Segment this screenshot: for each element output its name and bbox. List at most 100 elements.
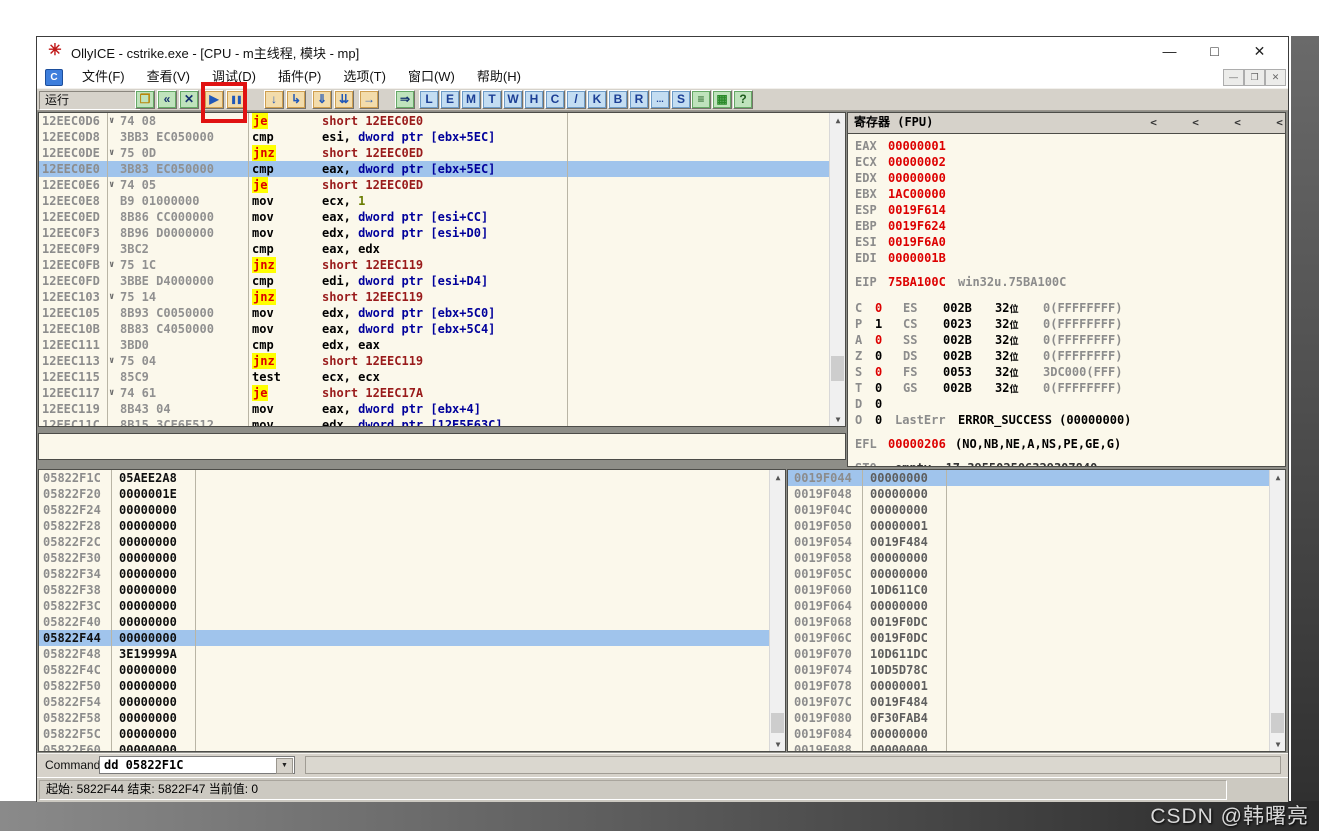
dump-row[interactable]: 05822F3800000000 (39, 582, 771, 598)
disasm-row[interactable]: 12EEC113∨75 04jnzshort 12EEC119 (39, 353, 829, 369)
dump-row[interactable]: 05822F5C00000000 (39, 726, 771, 742)
toolbar-letter-button-S[interactable]: S (671, 90, 691, 109)
flag-row[interactable]: T0GS002B32位0(FFFFFFFF) (848, 380, 1285, 396)
stack-row[interactable]: 0019F05800000000 (788, 550, 1270, 566)
stack-row[interactable]: 0019F06C0019F0DC (788, 630, 1270, 646)
scrollbar-thumb[interactable] (831, 356, 844, 381)
step-over-button[interactable]: ↳ (286, 90, 306, 109)
mdi-close-button[interactable]: ✕ (1265, 69, 1286, 86)
disasm-row[interactable]: 12EEC0DE∨75 0Djnzshort 12EEC0ED (39, 145, 829, 161)
stack-row[interactable]: 0019F0800F30FAB4 (788, 710, 1270, 726)
toolbar-letter-button-R[interactable]: R (629, 90, 649, 109)
scroll-up-icon[interactable]: ▲ (1270, 470, 1286, 486)
menu-item[interactable]: 选项(T) (332, 65, 397, 88)
menu-item[interactable]: 文件(F) (71, 65, 136, 88)
stack-row[interactable]: 0019F06400000000 (788, 598, 1270, 614)
toolbar-letter-button-W[interactable]: W (503, 90, 523, 109)
toolbar-letter-button-H[interactable]: H (524, 90, 544, 109)
minimize-button[interactable]: — (1147, 37, 1192, 65)
title-bar[interactable]: ✳ OllyICE - cstrike.exe - [CPU - m主线程, 模… (37, 37, 1288, 65)
info-pane[interactable] (38, 433, 846, 460)
stack-row[interactable]: 0019F05C00000000 (788, 566, 1270, 582)
eip-row[interactable]: EIP75BA100Cwin32u.75BA100C (848, 274, 1285, 290)
register-row[interactable]: EAX00000001 (848, 138, 1285, 154)
menu-item[interactable]: 帮助(H) (466, 65, 532, 88)
unfold-button[interactable]: < (1188, 115, 1203, 130)
mdi-minimize-button[interactable]: — (1223, 69, 1244, 86)
register-row[interactable]: ESI0019F6A0 (848, 234, 1285, 250)
dump-row[interactable]: 05822F2C00000000 (39, 534, 771, 550)
disasm-row[interactable]: 12EEC1198B43 04moveax, dword ptr [ebx+4] (39, 401, 829, 417)
column-divider[interactable] (567, 113, 568, 426)
restart-button[interactable]: « (157, 90, 177, 109)
disasm-row[interactable]: 12EEC0FB∨75 1Cjnzshort 12EEC119 (39, 257, 829, 273)
log-window-button[interactable]: ≡ (691, 90, 711, 109)
dump-row[interactable]: 05822F4000000000 (39, 614, 771, 630)
scroll-up-icon[interactable]: ▲ (770, 470, 786, 486)
toolbar-letter-button-T[interactable]: T (482, 90, 502, 109)
disasm-scrollbar[interactable]: ▲ ▼ (829, 113, 846, 427)
column-divider[interactable] (248, 113, 249, 426)
close-button[interactable]: ✕ (1237, 37, 1282, 65)
disasm-row[interactable]: 12EEC0FD3BBE D4000000cmpedi, dword ptr [… (39, 273, 829, 289)
stack-row[interactable]: 0019F04800000000 (788, 486, 1270, 502)
stack-row[interactable]: 0019F07800000001 (788, 678, 1270, 694)
dump-row[interactable]: 05822F2400000000 (39, 502, 771, 518)
scrollbar-thumb[interactable] (771, 713, 784, 733)
dump-row[interactable]: 05822F200000001E (39, 486, 771, 502)
dump-scrollbar[interactable]: ▲ ▼ (769, 470, 786, 752)
dump-row[interactable]: 05822F5800000000 (39, 710, 771, 726)
stack-row[interactable]: 0019F0680019F0DC (788, 614, 1270, 630)
disasm-row[interactable]: 12EEC10B8B83 C4050000moveax, dword ptr [… (39, 321, 829, 337)
flag-row[interactable]: C0ES002B32位0(FFFFFFFF) (848, 300, 1285, 316)
dump-row[interactable]: 05822F483E19999A (39, 646, 771, 662)
stack-scrollbar[interactable]: ▲ ▼ (1269, 470, 1286, 752)
column-divider[interactable] (107, 113, 108, 426)
register-row[interactable]: EDX00000000 (848, 170, 1285, 186)
stack-row[interactable]: 0019F08800000000 (788, 742, 1270, 752)
disasm-row[interactable]: 12EEC1058B93 C0050000movedx, dword ptr [… (39, 305, 829, 321)
column-divider[interactable] (946, 470, 947, 751)
unfold-button[interactable]: < (1146, 115, 1161, 130)
flag-row[interactable]: O0LastErrERROR_SUCCESS (00000000) (848, 412, 1285, 428)
dump-row[interactable]: 05822F4C00000000 (39, 662, 771, 678)
disasm-row[interactable]: 12EEC117∨74 61jeshort 12EEC17A (39, 385, 829, 401)
menu-item[interactable]: 查看(V) (136, 65, 201, 88)
mdi-restore-button[interactable]: ❐ (1244, 69, 1265, 86)
memory-dump-pane[interactable]: 05822F1C05AEE2A805822F200000001E05822F24… (38, 469, 786, 752)
help-button[interactable]: ? (733, 90, 753, 109)
scroll-down-icon[interactable]: ▼ (1270, 737, 1286, 752)
disasm-row[interactable]: 12EEC0ED8B86 CC000000moveax, dword ptr [… (39, 209, 829, 225)
toolbar-letter-button-K[interactable]: K (587, 90, 607, 109)
toolbar-letter-button-dots[interactable]: ... (650, 90, 670, 109)
dump-row[interactable]: 05822F3000000000 (39, 550, 771, 566)
stack-row[interactable]: 0019F07C0019F484 (788, 694, 1270, 710)
flag-row[interactable]: Z0DS002B32位0(FFFFFFFF) (848, 348, 1285, 364)
unfold-button[interactable]: < (1230, 115, 1245, 130)
disassembly-pane[interactable]: 12EEC0D6∨74 08jeshort 12EEC0E012EEC0D83B… (38, 112, 846, 427)
register-row[interactable]: EBX1AC00000 (848, 186, 1285, 202)
scroll-down-icon[interactable]: ▼ (830, 412, 846, 427)
register-row[interactable]: EDI0000001B (848, 250, 1285, 266)
close-program-button[interactable]: ✕ (179, 90, 199, 109)
register-row[interactable]: ECX00000002 (848, 154, 1285, 170)
disasm-row[interactable]: 12EEC0F38B96 D0000000movedx, dword ptr [… (39, 225, 829, 241)
flag-row[interactable]: D0 (848, 396, 1285, 412)
command-input[interactable]: dd 05822F1C ▼ (99, 756, 295, 774)
dump-row[interactable]: 05822F6000000000 (39, 742, 771, 752)
scroll-up-icon[interactable]: ▲ (830, 113, 846, 129)
menu-item[interactable]: 插件(P) (267, 65, 332, 88)
register-row[interactable]: EBP0019F624 (848, 218, 1285, 234)
dump-row[interactable]: 05822F1C05AEE2A8 (39, 470, 771, 486)
disasm-row[interactable]: 12EEC0E8B9 01000000movecx, 1 (39, 193, 829, 209)
st0-row[interactable]: ST0empty -17.395502506329307840 (848, 460, 1285, 467)
menu-item[interactable]: 窗口(W) (397, 65, 466, 88)
register-row[interactable]: ESP0019F614 (848, 202, 1285, 218)
open-file-button[interactable]: ❒ (135, 90, 155, 109)
maximize-button[interactable]: □ (1192, 37, 1237, 65)
flag-row[interactable]: S0FS005332位3DC000(FFF) (848, 364, 1285, 380)
go-to-button[interactable]: ⇒ (395, 90, 415, 109)
trace-over-button[interactable]: ⇊ (334, 90, 354, 109)
unfold-button[interactable]: < (1272, 115, 1286, 130)
toolbar-letter-button-C[interactable]: C (545, 90, 565, 109)
